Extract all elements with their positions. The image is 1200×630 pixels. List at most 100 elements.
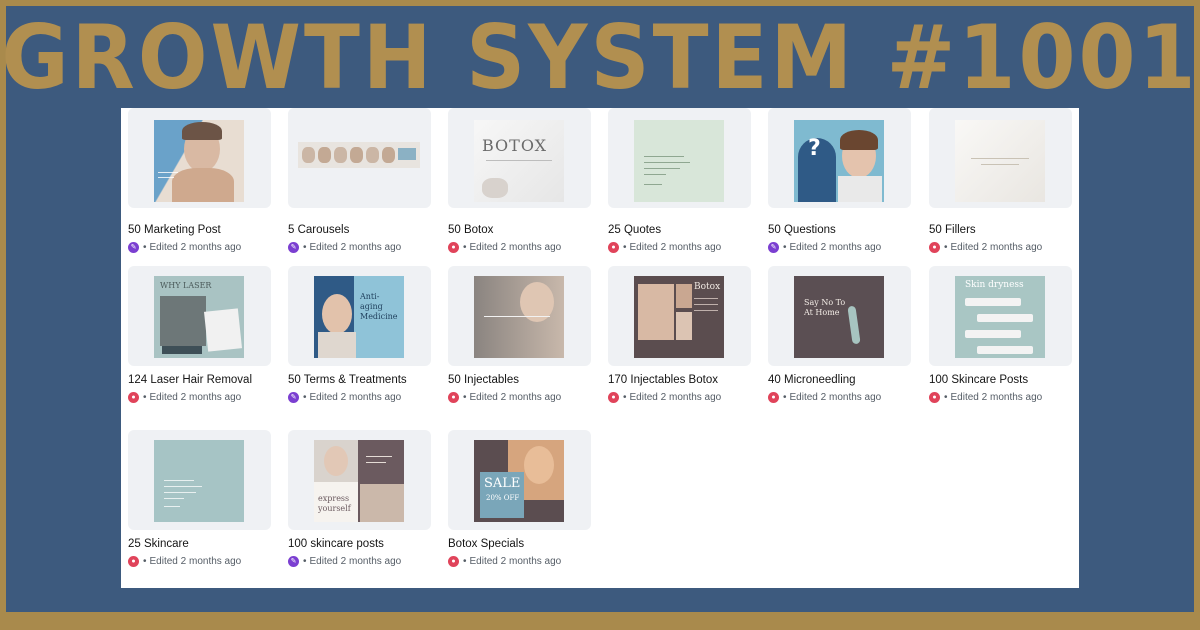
- design-title[interactable]: 25 Quotes: [608, 224, 768, 236]
- thumbnail-image: Say No To At Home: [794, 276, 884, 358]
- edited-label: Edited 2 months ago: [309, 392, 402, 403]
- thumbnail-image: [474, 276, 564, 358]
- thumbnail-image: WHY LASER: [154, 276, 244, 358]
- design-meta: ● • Edited 2 months ago: [608, 392, 721, 403]
- edited-label: Edited 2 months ago: [629, 242, 722, 253]
- design-meta: ● • Edited 2 months ago: [608, 242, 721, 253]
- edited-label: Edited 2 months ago: [629, 392, 722, 403]
- design-card[interactable]: 25 Skincare ● • Edited 2 months ago: [128, 430, 271, 585]
- design-meta: ✎ • Edited 2 months ago: [288, 392, 401, 403]
- design-title[interactable]: 50 Fillers: [929, 224, 1079, 236]
- team-icon: ●: [448, 392, 459, 403]
- design-thumbnail[interactable]: [608, 108, 751, 208]
- edited-label: Edited 2 months ago: [309, 556, 402, 567]
- thumbnail-image: Skin dryness: [955, 276, 1045, 358]
- edited-label: Edited 2 months ago: [469, 556, 562, 567]
- thumbnail-image: Botox: [634, 276, 724, 358]
- thumbnail-image: ?: [794, 120, 884, 202]
- team-icon: ●: [448, 556, 459, 567]
- design-title[interactable]: 50 Botox: [448, 224, 608, 236]
- edited-label: Edited 2 months ago: [149, 242, 242, 253]
- design-title[interactable]: 100 Skincare Posts: [929, 374, 1079, 386]
- design-meta: ✎ • Edited 2 months ago: [288, 556, 401, 567]
- design-title[interactable]: 50 Terms & Treatments: [288, 374, 448, 386]
- edited-label: Edited 2 months ago: [789, 392, 882, 403]
- design-meta: ● • Edited 2 months ago: [768, 392, 881, 403]
- design-card[interactable]: 50 Marketing Post ✎ • Edited 2 months ag…: [128, 108, 271, 271]
- edited-label: Edited 2 months ago: [149, 392, 242, 403]
- edited-label: Edited 2 months ago: [789, 242, 882, 253]
- thumbnail-image: [154, 120, 244, 202]
- design-card[interactable]: 25 Quotes ● • Edited 2 months ago: [608, 108, 751, 271]
- design-thumbnail[interactable]: WHY LASER: [128, 266, 271, 366]
- thumbnail-image: BOTOX: [474, 120, 564, 202]
- design-card[interactable]: SALE 20% OFF Botox Specials ● • Edited 2…: [448, 430, 591, 585]
- team-icon: ●: [768, 392, 779, 403]
- design-meta: ● • Edited 2 months ago: [128, 556, 241, 567]
- design-title[interactable]: 40 Microneedling: [768, 374, 928, 386]
- design-title[interactable]: 25 Skincare: [128, 538, 288, 550]
- design-title[interactable]: Botox Specials: [448, 538, 608, 550]
- design-title[interactable]: 50 Questions: [768, 224, 928, 236]
- design-title[interactable]: 50 Marketing Post: [128, 224, 288, 236]
- design-thumbnail[interactable]: [929, 108, 1072, 208]
- design-thumbnail[interactable]: [448, 266, 591, 366]
- design-card[interactable]: 50 Injectables ● • Edited 2 months ago: [448, 266, 591, 421]
- thumbnail-image: [298, 142, 420, 168]
- designs-grid: 50 Marketing Post ✎ • Edited 2 months ag…: [121, 108, 1079, 588]
- design-thumbnail[interactable]: [128, 108, 271, 208]
- team-icon: ●: [929, 242, 940, 253]
- design-meta: ● • Edited 2 months ago: [448, 242, 561, 253]
- design-card[interactable]: 5 Carousels ✎ • Edited 2 months ago: [288, 108, 431, 271]
- team-icon: ✎: [768, 242, 779, 253]
- design-title[interactable]: 100 skincare posts: [288, 538, 448, 550]
- team-icon: ✎: [288, 392, 299, 403]
- edited-label: Edited 2 months ago: [149, 556, 242, 567]
- design-thumbnail[interactable]: SALE 20% OFF: [448, 430, 591, 530]
- thumbnail-image: SALE 20% OFF: [474, 440, 564, 522]
- design-card[interactable]: ? 50 Questions ✎ • Edited 2 months ago: [768, 108, 911, 271]
- team-icon: ●: [448, 242, 459, 253]
- design-thumbnail[interactable]: ?: [768, 108, 911, 208]
- design-meta: ✎ • Edited 2 months ago: [128, 242, 241, 253]
- design-title[interactable]: 50 Injectables: [448, 374, 608, 386]
- design-card[interactable]: BOTOX 50 Botox ● • Edited 2 months ago: [448, 108, 591, 271]
- design-meta: ● • Edited 2 months ago: [128, 392, 241, 403]
- design-card[interactable]: Say No To At Home 40 Microneedling ● • E…: [768, 266, 911, 421]
- team-icon: ✎: [288, 556, 299, 567]
- thumbnail-image: [154, 440, 244, 522]
- edited-label: Edited 2 months ago: [950, 392, 1043, 403]
- design-card[interactable]: WHY LASER 124 Laser Hair Removal ● • Edi…: [128, 266, 271, 421]
- design-card[interactable]: Botox 170 Injectables Botox ● • Edited 2…: [608, 266, 751, 421]
- design-meta: ✎ • Edited 2 months ago: [768, 242, 881, 253]
- design-title[interactable]: 170 Injectables Botox: [608, 374, 768, 386]
- team-icon: ●: [608, 242, 619, 253]
- design-card[interactable]: 50 Fillers ● • Edited 2 months ago: [929, 108, 1072, 271]
- thumbnail-image: Anti-aging Medicine: [314, 276, 404, 358]
- design-meta: ● • Edited 2 months ago: [448, 392, 561, 403]
- team-icon: ✎: [128, 242, 139, 253]
- design-meta: ● • Edited 2 months ago: [929, 392, 1042, 403]
- design-thumbnail[interactable]: Say No To At Home: [768, 266, 911, 366]
- design-thumbnail[interactable]: [128, 430, 271, 530]
- team-icon: ●: [608, 392, 619, 403]
- design-title[interactable]: 124 Laser Hair Removal: [128, 374, 288, 386]
- design-title[interactable]: 5 Carousels: [288, 224, 448, 236]
- design-thumbnail[interactable]: Anti-aging Medicine: [288, 266, 431, 366]
- design-meta: ● • Edited 2 months ago: [448, 556, 561, 567]
- design-card[interactable]: express yourself 100 skincare posts ✎ • …: [288, 430, 431, 585]
- team-icon: ✎: [288, 242, 299, 253]
- design-thumbnail[interactable]: express yourself: [288, 430, 431, 530]
- design-thumbnail[interactable]: Skin dryness: [929, 266, 1072, 366]
- team-icon: ●: [929, 392, 940, 403]
- design-thumbnail[interactable]: BOTOX: [448, 108, 591, 208]
- design-card[interactable]: Anti-aging Medicine 50 Terms & Treatment…: [288, 266, 431, 421]
- design-meta: ✎ • Edited 2 months ago: [288, 242, 401, 253]
- thumbnail-image: express yourself: [314, 440, 404, 522]
- thumbnail-image: [955, 120, 1045, 202]
- thumbnail-image: [634, 120, 724, 202]
- design-thumbnail[interactable]: Botox: [608, 266, 751, 366]
- design-card[interactable]: Skin dryness 100 Skincare Posts ● • Edit…: [929, 266, 1072, 421]
- design-meta: ● • Edited 2 months ago: [929, 242, 1042, 253]
- design-thumbnail[interactable]: [288, 108, 431, 208]
